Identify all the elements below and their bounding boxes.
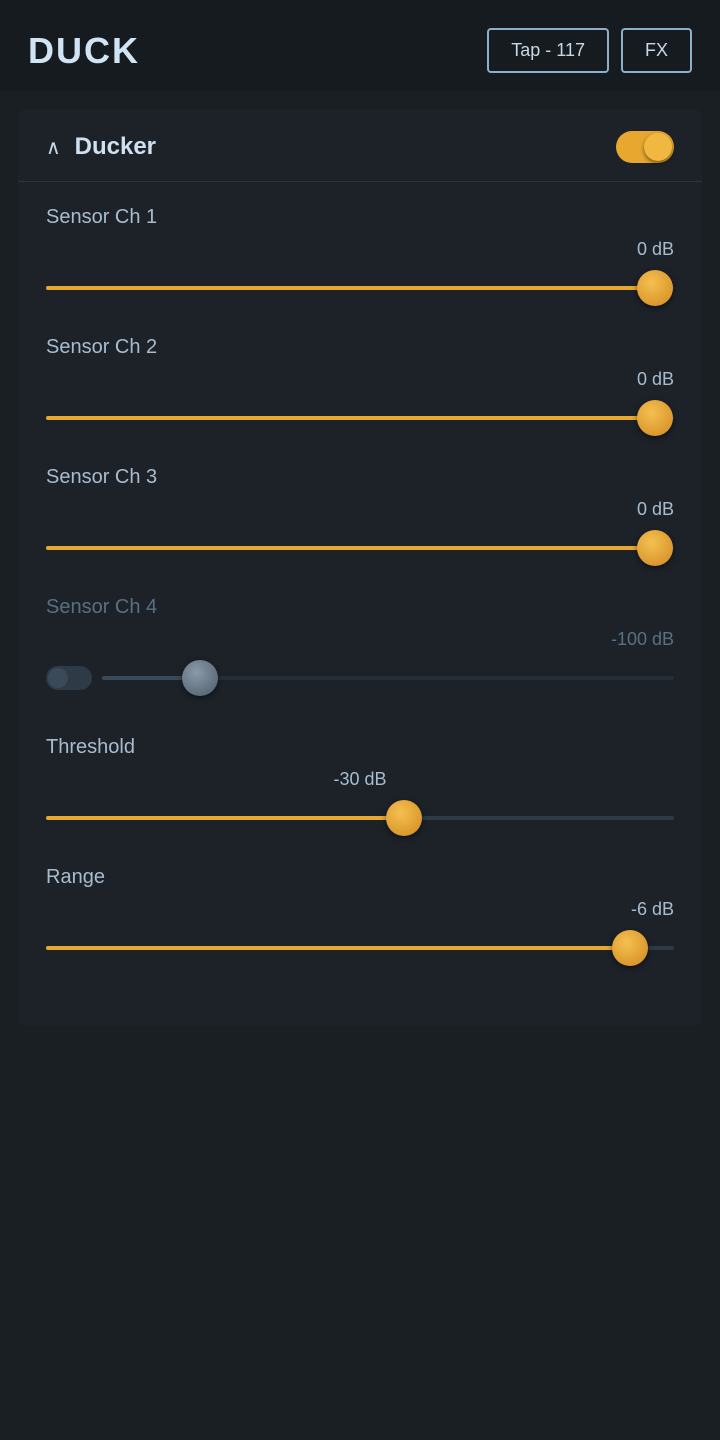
threshold-section: Threshold -30 dB <box>18 726 702 866</box>
sensor-ch1-value-row: 0 dB <box>46 239 674 260</box>
sensor-ch1-thumb[interactable] <box>637 270 673 306</box>
sensor-ch4-row <box>46 658 674 698</box>
sensor-ch4-thumb[interactable] <box>182 660 218 696</box>
sensor-ch1-section: Sensor Ch 1 0 dB <box>18 206 702 336</box>
range-label: Range <box>46 866 674 889</box>
sensor-ch4-toggle[interactable] <box>46 666 92 690</box>
range-value: -6 dB <box>631 899 674 920</box>
range-slider[interactable] <box>46 928 674 968</box>
threshold-value-row: -30 dB <box>46 769 674 790</box>
collapse-icon[interactable]: ∧ <box>46 135 61 160</box>
app-title: DUCK <box>28 30 140 72</box>
top-bar-buttons: Tap - 117 FX <box>487 28 692 73</box>
sensor-ch4-section: Sensor Ch 4 -100 dB <box>18 596 702 726</box>
sensor-ch1-value: 0 dB <box>637 239 674 260</box>
range-section: Range -6 dB <box>18 866 702 996</box>
threshold-slider[interactable] <box>46 798 674 838</box>
sensor-ch3-thumb[interactable] <box>637 530 673 566</box>
sensor-ch4-value-row: -100 dB <box>46 629 674 650</box>
sensor-ch4-label: Sensor Ch 4 <box>46 596 674 619</box>
threshold-label: Threshold <box>46 736 674 759</box>
ducker-title: Ducker <box>75 133 156 161</box>
sensor-ch3-value-row: 0 dB <box>46 499 674 520</box>
range-value-row: -6 dB <box>46 899 674 920</box>
sensor-ch4-slider-container[interactable] <box>102 658 674 698</box>
range-thumb[interactable] <box>612 930 648 966</box>
sensor-ch3-value: 0 dB <box>637 499 674 520</box>
threshold-thumb[interactable] <box>386 800 422 836</box>
sensor-ch1-fill <box>46 286 655 290</box>
ducker-toggle[interactable] <box>616 131 674 163</box>
sensor-ch2-fill <box>46 416 655 420</box>
sensor-ch2-label: Sensor Ch 2 <box>46 336 674 359</box>
fx-button[interactable]: FX <box>621 28 692 73</box>
range-fill <box>46 946 630 950</box>
sensor-ch1-slider[interactable] <box>46 268 674 308</box>
sensor-ch4-value: -100 dB <box>611 629 674 650</box>
toggle-thumb <box>644 133 672 161</box>
section-header-left: ∧ Ducker <box>46 133 156 161</box>
top-bar: DUCK Tap - 117 FX <box>0 0 720 91</box>
sensor-ch2-value-row: 0 dB <box>46 369 674 390</box>
tap-button[interactable]: Tap - 117 <box>487 28 609 73</box>
threshold-fill <box>46 816 404 820</box>
sensor-ch2-slider[interactable] <box>46 398 674 438</box>
section-header: ∧ Ducker <box>18 109 702 181</box>
sensor-ch3-section: Sensor Ch 3 0 dB <box>18 466 702 596</box>
sensor-ch3-slider[interactable] <box>46 528 674 568</box>
sensor-ch4-fill <box>102 676 188 680</box>
sensor-ch2-section: Sensor Ch 2 0 dB <box>18 336 702 466</box>
sensor-ch1-label: Sensor Ch 1 <box>46 206 674 229</box>
sensor-ch2-value: 0 dB <box>637 369 674 390</box>
sensor-ch3-label: Sensor Ch 3 <box>46 466 674 489</box>
sensor-ch4-toggle-thumb <box>48 668 68 688</box>
sensor-ch3-fill <box>46 546 655 550</box>
divider <box>18 181 702 182</box>
threshold-value: -30 dB <box>333 769 386 790</box>
main-card: ∧ Ducker Sensor Ch 1 0 dB Sensor Ch 2 0 … <box>18 109 702 1026</box>
sensor-ch2-thumb[interactable] <box>637 400 673 436</box>
